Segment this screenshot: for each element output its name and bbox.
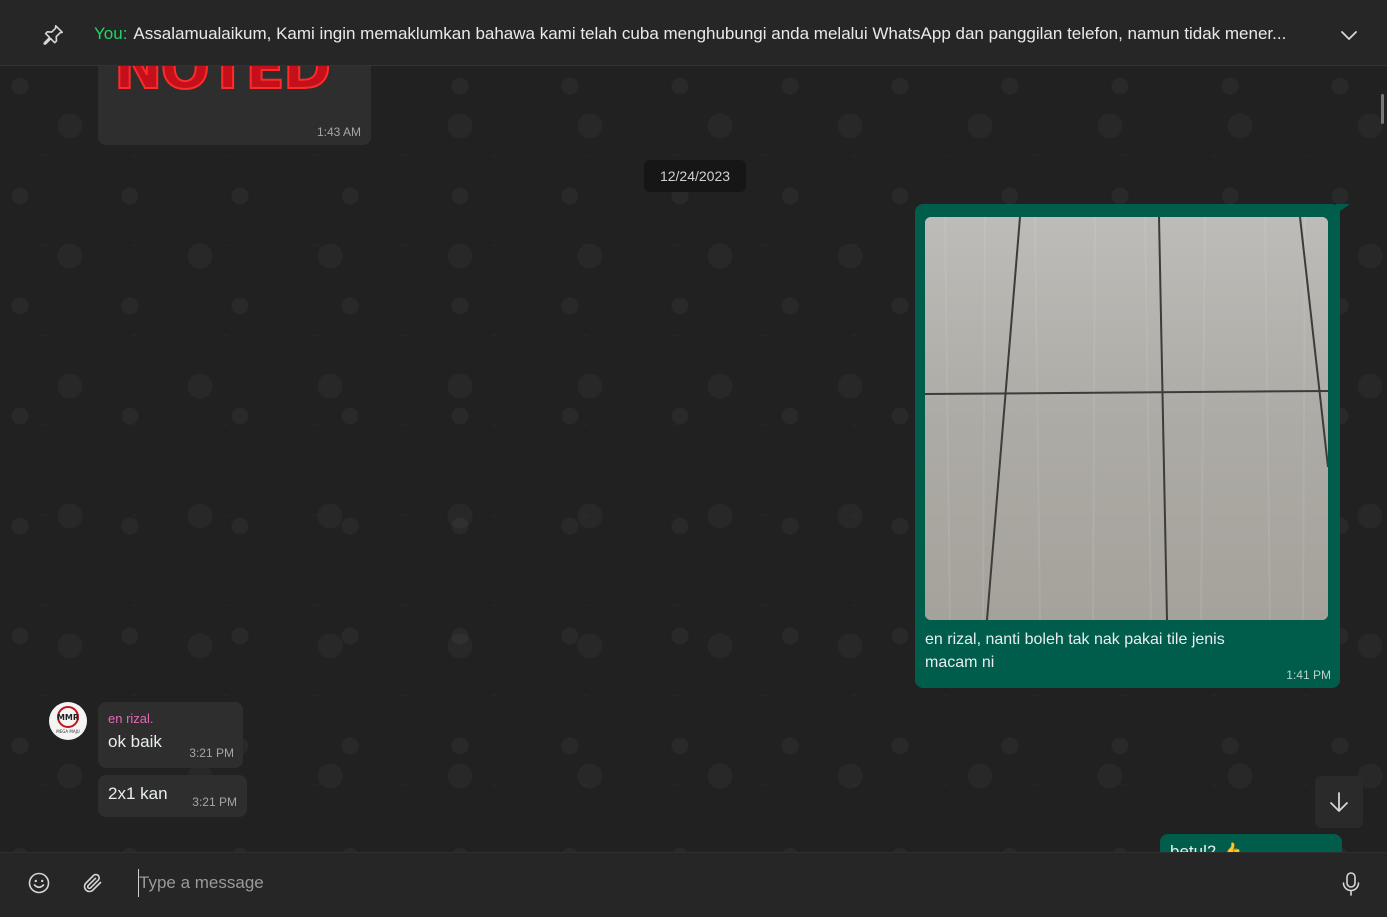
outgoing-photo-message[interactable]: en rizal, nanti boleh tak nak pakai tile…	[915, 204, 1340, 688]
emoji-icon[interactable]	[27, 871, 51, 895]
chevron-down-icon[interactable]	[1338, 24, 1360, 46]
pinned-content: Assalamualaikum, Kami ingin memaklumkan …	[133, 24, 1287, 43]
paperclip-icon[interactable]	[81, 871, 105, 895]
scrollbar-thumb[interactable]	[1381, 94, 1384, 124]
avatar[interactable]: MMR MEGA MAJU	[49, 702, 87, 740]
pin-icon[interactable]	[40, 22, 66, 48]
message-input[interactable]	[138, 869, 1289, 897]
avatar-initials: MMR	[57, 713, 79, 722]
message-time: 1:43 AM	[316, 125, 361, 139]
message-time: 3:21 PM	[192, 795, 237, 809]
chat-window: You: Assalamualaikum, Kami ingin memaklum…	[0, 0, 1387, 917]
message-caption: en rizal, nanti boleh tak nak pakai tile…	[925, 631, 1225, 671]
scroll-to-bottom-button[interactable]	[1315, 776, 1363, 828]
outgoing-message[interactable]: betul2 👍	[1160, 834, 1342, 852]
tile-photo-image	[925, 217, 1328, 620]
message-composer	[0, 852, 1387, 917]
message-list[interactable]: NOTED 1:43 AM 12/24/2023 en rizal, nanti…	[0, 66, 1387, 852]
noted-sticker: NOTED	[113, 66, 332, 103]
arrow-down-icon	[1330, 792, 1348, 812]
avatar-subtext: MEGA MAJU	[56, 729, 79, 734]
tile-photo[interactable]	[925, 217, 1328, 620]
avatar-logo: MMR MEGA MAJU	[56, 706, 80, 734]
message-text: ok baik	[108, 732, 162, 751]
sender-name[interactable]: en rizal.	[108, 711, 154, 726]
pinned-message-text[interactable]: You: Assalamualaikum, Kami ingin memaklum…	[94, 24, 1324, 44]
message-time: 1:41 PM	[1286, 668, 1331, 682]
pinned-sender: You:	[94, 24, 128, 43]
message-text: 2x1 kan	[108, 784, 168, 803]
incoming-message[interactable]: en rizal. ok baik 3:21 PM	[98, 702, 243, 768]
message-text: betul2 👍	[1170, 842, 1243, 852]
sticker-message[interactable]: NOTED 1:43 AM	[98, 66, 371, 145]
message-time: 3:21 PM	[189, 746, 234, 760]
pinned-message-banner[interactable]: You: Assalamualaikum, Kami ingin memaklum…	[0, 0, 1387, 66]
incoming-message[interactable]: 2x1 kan 3:21 PM	[98, 775, 247, 817]
microphone-icon[interactable]	[1340, 871, 1362, 897]
date-divider: 12/24/2023	[644, 160, 746, 192]
